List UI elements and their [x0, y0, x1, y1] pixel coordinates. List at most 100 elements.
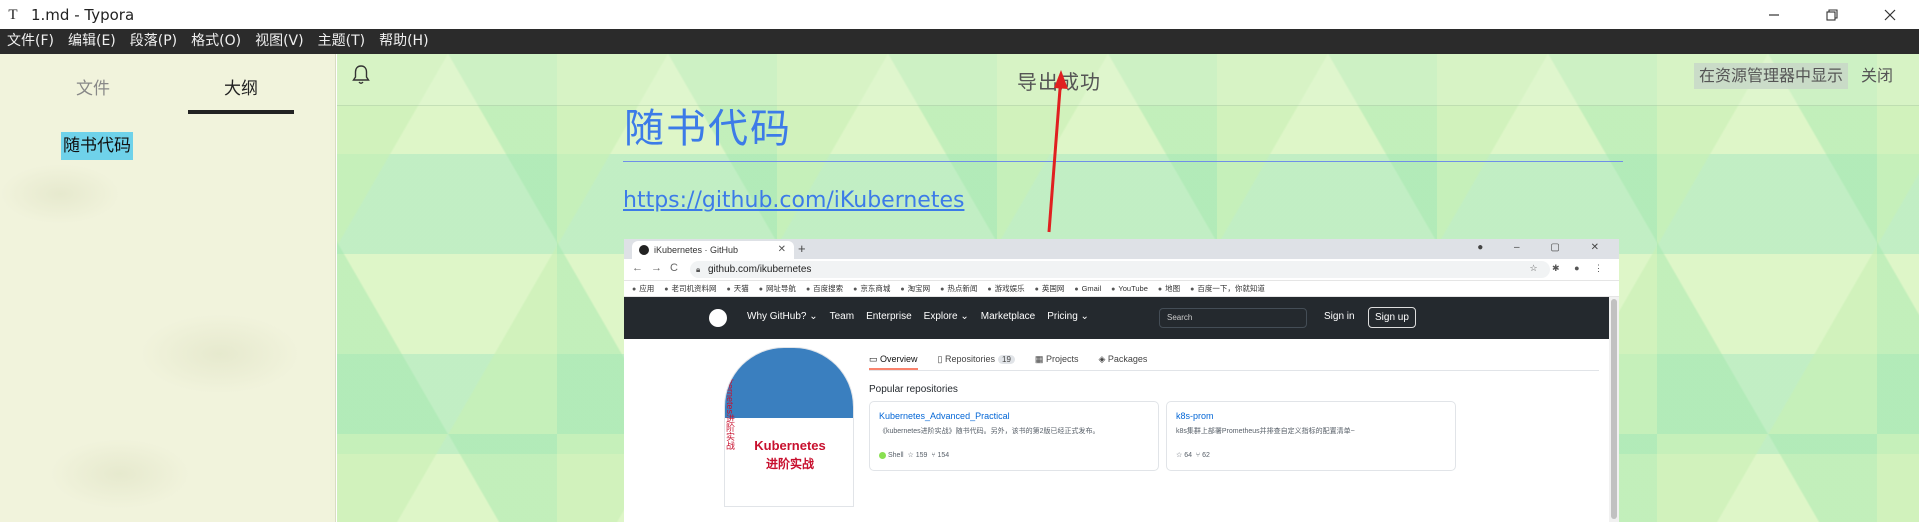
document-heading[interactable]: 随书代码	[624, 96, 792, 154]
menu-bar: 文件(F) 编辑(E) 段落(P) 格式(O) 视图(V) 主题(T) 帮助(H…	[0, 29, 1919, 54]
tab-close-icon: ✕	[777, 244, 786, 255]
tab-files[interactable]: 文件	[76, 74, 110, 99]
gh-tab-projects-label: Projects	[1045, 354, 1079, 364]
window-controls	[1745, 0, 1919, 29]
active-tab-indicator	[188, 110, 294, 114]
bookmark-item: 网址导航	[759, 283, 796, 294]
book-cover-avatar: Kubernetes进阶实战 Kubernetes 进阶实战	[724, 347, 854, 507]
title-bar: T 1.md - Typora	[0, 0, 1919, 29]
gh-nav-item: Why GitHub? ⌄	[747, 311, 818, 322]
menu-paragraph[interactable]: 段落(P)	[123, 29, 184, 54]
bookmark-item: Gmail	[1074, 284, 1102, 293]
typora-app-icon: T	[8, 6, 18, 23]
repo-forks: 62	[1202, 452, 1210, 459]
restore-icon[interactable]	[1803, 0, 1861, 29]
popular-repos-title: Popular repositories	[869, 384, 958, 395]
menu-edit[interactable]: 编辑(E)	[61, 29, 123, 54]
bell-icon[interactable]	[351, 64, 371, 86]
browser-nav-icons: ←→C	[632, 262, 686, 274]
browser-window-controls-icon: ● – ▢ ✕	[1477, 242, 1613, 253]
gh-tab-packages: ◈ Packages	[1098, 354, 1148, 364]
tab-outline[interactable]: 大纲	[224, 74, 258, 99]
menu-file[interactable]: 文件(F)	[0, 29, 61, 54]
gh-sign-up: Sign up	[1368, 307, 1416, 328]
show-in-explorer-button[interactable]: 在资源管理器中显示	[1694, 63, 1849, 89]
gh-sign-in: Sign in	[1324, 311, 1355, 322]
close-icon[interactable]	[1861, 0, 1919, 29]
github-header: Why GitHub? ⌄ Team Enterprise Explore ⌄ …	[624, 297, 1609, 339]
browser-toolbar-icons: ☆ ✱ ● ⋮	[1529, 263, 1609, 273]
language-color-dot	[879, 451, 886, 459]
bookmark-item: 淘宝网	[900, 283, 931, 294]
repo-forks: 154	[937, 452, 950, 459]
repo-description: 《kubernetes进阶实战》随书代码。另外，该书的第2版已经正式发布。	[879, 428, 1100, 435]
repo-stars: 64	[1184, 452, 1193, 459]
gh-tab-overview: ▭ Overview	[869, 347, 918, 370]
repo-card: k8s-prom k8s集群上部署Prometheus并排查自定义指标的配置清单…	[1166, 401, 1456, 471]
bookmark-item: YouTube	[1111, 284, 1147, 293]
embedded-scrollbar	[1609, 297, 1619, 522]
menu-theme[interactable]: 主题(T)	[311, 29, 372, 54]
github-nav: Why GitHub? ⌄ Team Enterprise Explore ⌄ …	[747, 311, 1101, 322]
sidebar: 文件 大纲 随书代码	[0, 54, 336, 522]
browser-url-bar: 🔒︎ github.com/ikubernetes	[690, 261, 1550, 278]
gh-nav-item: Enterprise	[866, 311, 912, 322]
gh-repo-count: 19	[998, 355, 1015, 364]
bookmark-item: 天猫	[726, 283, 749, 294]
menu-view[interactable]: 视图(V)	[248, 29, 311, 54]
gh-profile-tabs: ▭ Overview ▯ Repositories 19 ▦ Projects ◈…	[869, 347, 1599, 371]
repo-stars: 159	[915, 452, 928, 459]
embedded-scrollbar-thumb	[1611, 299, 1617, 519]
bookmark-item: 地图	[1158, 283, 1180, 294]
heading-divider	[623, 161, 1623, 162]
github-link[interactable]: https://github.com/iKubernetes	[623, 188, 964, 213]
bookmark-item: 百度一下，你就知道	[1190, 283, 1265, 294]
gh-nav-item: Pricing ⌄	[1047, 311, 1089, 322]
export-success-message: 导出成功	[1017, 70, 1101, 94]
bookmark-item: 英国网	[1035, 283, 1065, 294]
repo-meta: Shell ☆ 159 ⑂ 154	[879, 451, 949, 459]
embedded-github-screenshot: iKubernetes · GitHub ✕ + ● – ▢ ✕ ←→C 🔒︎ …	[624, 239, 1619, 522]
sidebar-tabs: 文件 大纲	[0, 74, 336, 114]
repo-name: k8s-prom	[1176, 411, 1214, 421]
browser-address-row: ←→C 🔒︎ github.com/ikubernetes ☆ ✱ ● ⋮	[624, 259, 1619, 281]
bookmark-item: 百度搜索	[806, 283, 843, 294]
repo-language: Shell	[888, 452, 904, 459]
window-title: 1.md - Typora	[31, 5, 135, 24]
github-favicon-icon	[639, 245, 649, 255]
gh-nav-item: Marketplace	[980, 311, 1036, 322]
outline-item[interactable]: 随书代码	[61, 132, 133, 160]
bookmark-item: 游戏娱乐	[987, 283, 1025, 294]
book-cover-ship-image	[725, 348, 853, 418]
repo-card: Kubernetes_Advanced_Practical 《kubernete…	[869, 401, 1159, 471]
menu-help[interactable]: 帮助(H)	[372, 29, 435, 54]
github-logo-icon	[709, 309, 727, 327]
new-tab-icon: +	[798, 241, 806, 256]
gh-tab-packages-label: Packages	[1107, 354, 1148, 364]
bookmark-item: 老司机资料网	[664, 283, 716, 294]
notification-bar: 导出成功 在资源管理器中显示 关闭	[337, 54, 1919, 106]
bookmarks-bar: 应用 老司机资料网 天猫 网址导航 百度搜索 京东商城 淘宝网 热点新闻 游戏娱…	[624, 281, 1619, 297]
lock-icon: 🔒︎	[696, 265, 701, 274]
bookmark-item: 京东商城	[853, 283, 890, 294]
gh-search-box: Search	[1159, 308, 1307, 328]
repo-description: k8s集群上部署Prometheus并排查自定义指标的配置清单~	[1176, 428, 1355, 435]
bookmark-item: 应用	[632, 283, 654, 294]
browser-tab: iKubernetes · GitHub ✕	[632, 241, 794, 259]
gh-tab-projects: ▦ Projects	[1034, 354, 1079, 364]
repo-name: Kubernetes_Advanced_Practical	[879, 411, 1010, 421]
book-title-cn: 进阶实战	[765, 457, 814, 471]
book-title-en: Kubernetes	[754, 438, 826, 453]
menu-format[interactable]: 格式(O)	[184, 29, 248, 54]
close-notification-button[interactable]: 关闭	[1861, 63, 1893, 89]
gh-tab-repositories-label: Repositories	[944, 354, 996, 364]
gh-nav-item: Explore ⌄	[923, 311, 969, 322]
gh-tab-repositories: ▯ Repositories 19	[938, 347, 1015, 370]
github-profile-body: Kubernetes进阶实战 Kubernetes 进阶实战 ▭ Overvie…	[624, 339, 1609, 522]
gh-tab-overview-label: Overview	[880, 354, 918, 364]
browser-url-text: github.com/ikubernetes	[708, 264, 812, 275]
gh-nav-item: Team	[829, 311, 855, 322]
editor-area[interactable]: 导出成功 在资源管理器中显示 关闭 随书代码 https://github.co…	[337, 54, 1919, 522]
minimize-icon[interactable]	[1745, 0, 1803, 29]
repo-meta: ☆ 64 ⑂ 62	[1176, 452, 1210, 459]
